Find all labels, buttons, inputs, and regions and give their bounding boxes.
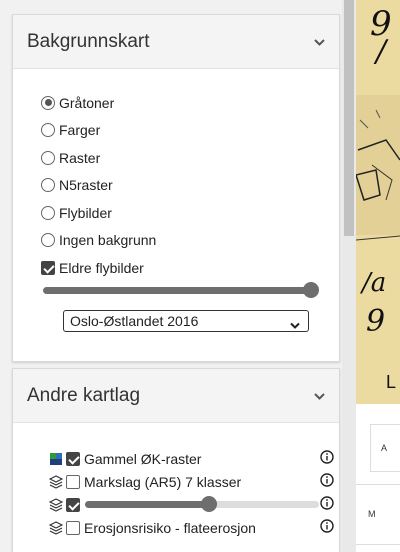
radio-label: N5raster <box>59 177 113 194</box>
layer-opacity-slider[interactable] <box>85 494 319 514</box>
background-map-card: Bakgrunnskart Gråtoner Farger Raster N5r… <box>12 14 340 362</box>
other-layers-card: Andre kartlag Gammel ØK-raster Markslag … <box>12 368 340 552</box>
side-tab[interactable]: A <box>370 424 400 472</box>
radio-option-ingen-bakgrunn[interactable]: Ingen bakgrunn <box>41 227 339 255</box>
radio-label: Raster <box>59 149 101 166</box>
radio-button[interactable] <box>41 205 55 220</box>
radio-option-gratoner[interactable]: Gråtoner <box>41 89 339 117</box>
radio-button[interactable] <box>41 150 55 165</box>
layer-checkbox[interactable] <box>66 497 80 512</box>
side-tab-label: A <box>381 443 388 453</box>
other-layers-header[interactable]: Andre kartlag <box>13 369 339 423</box>
layer-label: Erosjonsrisiko - flateerosjon <box>84 519 256 536</box>
chevron-down-icon[interactable] <box>314 391 325 402</box>
slider-thumb[interactable] <box>201 496 217 512</box>
background-map-title: Bakgrunnskart <box>27 30 150 52</box>
chevron-down-icon[interactable] <box>314 37 325 48</box>
other-layers-title: Andre kartlag <box>27 384 141 406</box>
layer-label: Gammel ØK-raster <box>84 450 202 467</box>
map-label: /a <box>362 268 387 298</box>
radio-label: Gråtoner <box>59 94 115 111</box>
radio-option-raster[interactable]: Raster <box>41 144 339 172</box>
map-label: 9 <box>366 304 386 339</box>
layer-item-gammel-ok-raster[interactable]: Gammel ØK-raster <box>13 447 339 470</box>
layer-item-opacity[interactable] <box>13 493 339 516</box>
slider-track-filled <box>85 501 209 508</box>
side-row-label: M <box>368 509 376 519</box>
radio-button[interactable] <box>41 95 55 110</box>
radio-label: Farger <box>59 122 101 139</box>
layer-item-markslag[interactable]: Markslag (AR5) 7 klasser <box>13 470 339 493</box>
layer-item-erosjonsrisiko[interactable]: Erosjonsrisiko - flateerosjon <box>13 516 339 539</box>
layer-brand-icon <box>50 452 62 465</box>
layer-label: Markslag (AR5) 7 klasser <box>84 473 242 490</box>
photo-set-select[interactable]: Oslo-Østlandet 2016 <box>63 310 309 332</box>
older-photos-option[interactable]: Eldre flybilder <box>41 254 339 282</box>
layer-checkbox[interactable] <box>66 474 80 489</box>
radio-option-flybilder[interactable]: Flybilder <box>41 199 339 227</box>
radio-button[interactable] <box>41 233 55 248</box>
radio-button[interactable] <box>41 123 55 138</box>
slider-thumb[interactable] <box>303 282 319 298</box>
radio-label: Flybilder <box>59 204 112 221</box>
background-map-header[interactable]: Bakgrunnskart <box>13 15 339 69</box>
map-label: / <box>376 34 387 69</box>
info-icon[interactable] <box>320 519 334 533</box>
layers-icon <box>49 474 63 489</box>
panel-scrollbar[interactable] <box>342 0 356 552</box>
radio-option-farger[interactable]: Farger <box>41 117 339 145</box>
layer-checkbox[interactable] <box>66 520 80 535</box>
chevron-down-icon <box>290 317 300 333</box>
info-icon[interactable] <box>320 450 334 464</box>
radio-label: Ingen bakgrunn <box>59 232 157 249</box>
map-label: L <box>386 372 397 392</box>
radio-option-n5raster[interactable]: N5raster <box>41 172 339 200</box>
layer-panel: Bakgrunnskart Gråtoner Farger Raster N5r… <box>0 0 342 552</box>
older-photos-checkbox[interactable] <box>41 260 55 275</box>
slider-track-rest <box>209 501 319 508</box>
photo-set-value: Oslo-Østlandet 2016 <box>70 313 199 329</box>
side-detail-panel: A M <box>356 404 400 552</box>
older-photos-opacity-slider[interactable] <box>43 280 319 300</box>
radio-button[interactable] <box>41 178 55 193</box>
info-icon[interactable] <box>320 473 334 487</box>
layer-checkbox[interactable] <box>66 451 80 466</box>
map-canvas[interactable]: 9 / /a 9 L <box>356 0 400 404</box>
info-icon[interactable] <box>320 496 334 510</box>
slider-track <box>43 287 317 294</box>
layers-icon <box>49 497 63 512</box>
divider <box>356 544 400 545</box>
scrollbar-thumb[interactable] <box>344 0 354 236</box>
layers-icon <box>49 520 63 535</box>
divider <box>356 484 400 485</box>
older-photos-label: Eldre flybilder <box>59 259 144 276</box>
